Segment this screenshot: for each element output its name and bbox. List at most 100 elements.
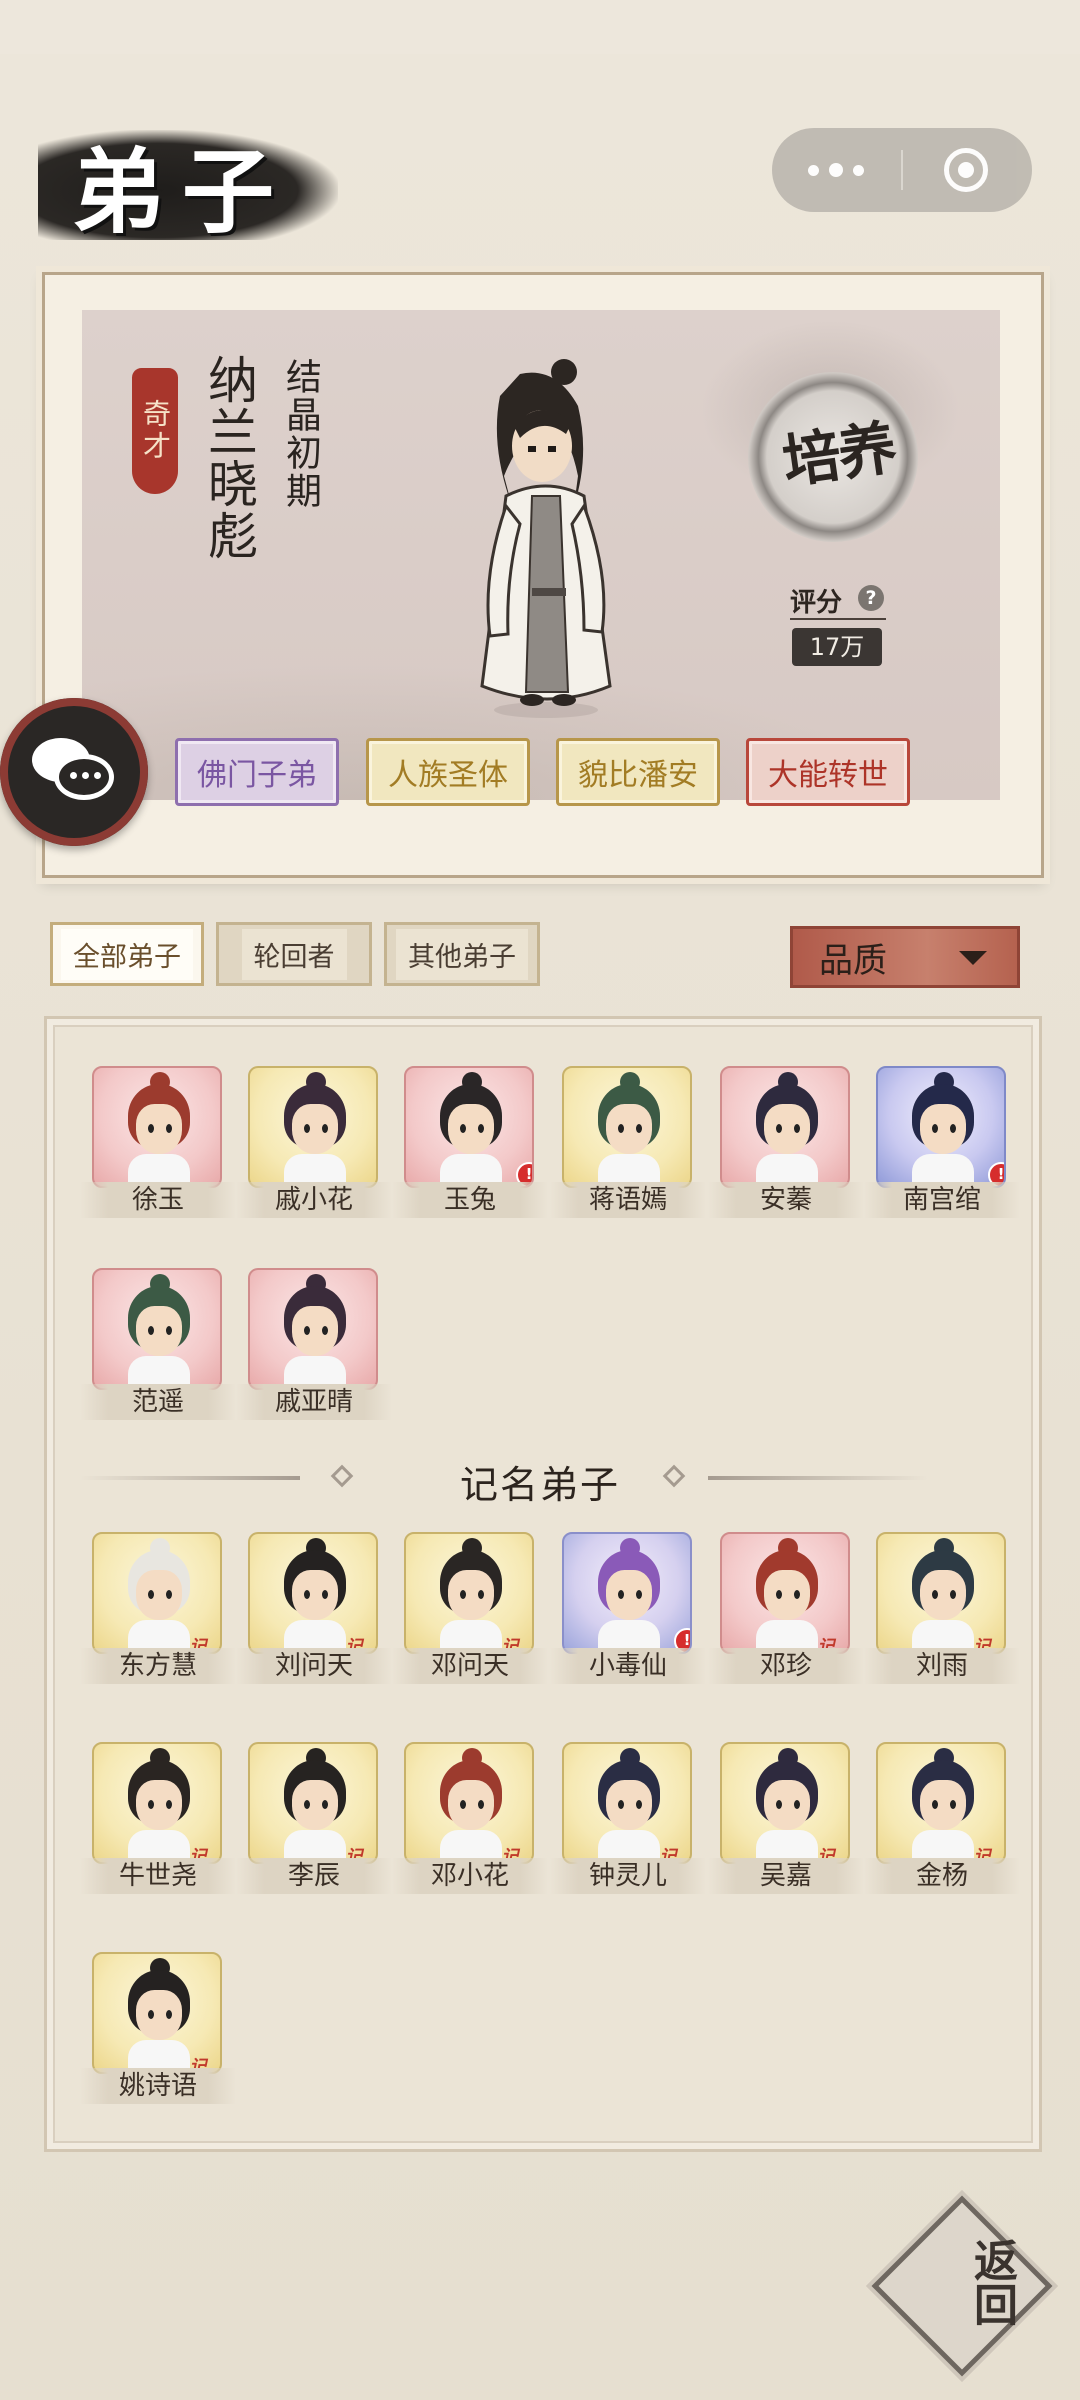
filter-tab-reincarnated[interactable]: 轮回者 <box>216 922 372 986</box>
chat-button[interactable] <box>0 698 148 846</box>
close-miniprogram-icon[interactable] <box>944 148 988 192</box>
disciple-portrait: 记 <box>404 1532 534 1654</box>
disciple-card[interactable]: 记邓珍 <box>708 1532 864 1684</box>
trait-tag[interactable]: 佛门子弟 <box>175 738 339 806</box>
eye <box>932 1800 938 1809</box>
disciple-portrait: 记 <box>248 1742 378 1864</box>
face <box>136 1570 182 1620</box>
disciple-portrait: ! <box>404 1066 534 1188</box>
eye <box>932 1124 938 1133</box>
disciple-name: 玉兔 <box>392 1182 548 1218</box>
eye <box>950 1124 956 1133</box>
disciple-portrait: 记 <box>92 1742 222 1864</box>
disciple-roster-scroll[interactable]: 徐玉 戚小花! 玉兔 蒋语嫣 安蓁! 南宫绾 范遥 戚亚晴 记东方慧记刘问天记邓问天! 小毒仙记… <box>56 1028 1024 2108</box>
face <box>136 1780 182 1830</box>
disciple-portrait: 记 <box>562 1742 692 1864</box>
disciple-card[interactable]: 记姚诗语 <box>80 1952 236 2104</box>
eye <box>304 1124 310 1133</box>
trait-tag[interactable]: 貌比潘安 <box>556 738 720 806</box>
disciple-card[interactable]: 记吴嘉 <box>708 1742 864 1894</box>
disciple-name: 刘问天 <box>236 1648 392 1684</box>
disciple-card[interactable]: ! 小毒仙 <box>550 1532 706 1684</box>
eye <box>636 1800 642 1809</box>
disciple-name: 戚小花 <box>236 1182 392 1218</box>
face <box>764 1104 810 1154</box>
eye <box>636 1590 642 1599</box>
eye <box>794 1590 800 1599</box>
trait-tag[interactable]: 人族圣体 <box>366 738 530 806</box>
face <box>136 1306 182 1356</box>
eye <box>460 1800 466 1809</box>
filter-tab-others[interactable]: 其他弟子 <box>384 922 540 986</box>
disciple-portrait: 记 <box>92 1952 222 2074</box>
disciple-portrait <box>562 1066 692 1188</box>
filter-tab-label: 其他弟子 <box>396 928 528 980</box>
capsule-divider <box>901 150 903 190</box>
eye <box>950 1590 956 1599</box>
trait-tag[interactable]: 大能转世 <box>746 738 910 806</box>
disciple-card[interactable]: 记刘雨 <box>864 1532 1020 1684</box>
disciple-card[interactable]: 范遥 <box>80 1268 236 1420</box>
quality-dropdown[interactable]: 品质 <box>790 926 1020 988</box>
disciple-portrait: 记 <box>720 1742 850 1864</box>
face <box>136 1104 182 1154</box>
face <box>448 1570 494 1620</box>
disciple-name: 南宫绾 <box>864 1182 1020 1218</box>
disciple-card[interactable]: 蒋语嫣 <box>550 1066 706 1218</box>
disciple-card[interactable]: 记李辰 <box>236 1742 392 1894</box>
eye <box>478 1590 484 1599</box>
disciple-card[interactable]: 安蓁 <box>708 1066 864 1218</box>
disciple-portrait: ! <box>562 1532 692 1654</box>
disciple-card[interactable]: 记牛世尧 <box>80 1742 236 1894</box>
face <box>764 1780 810 1830</box>
face <box>920 1570 966 1620</box>
disciple-card[interactable]: ! 南宫绾 <box>864 1066 1020 1218</box>
disciple-card[interactable]: 徐玉 <box>80 1066 236 1218</box>
face <box>764 1570 810 1620</box>
face <box>448 1780 494 1830</box>
disciple-name: 小毒仙 <box>550 1648 706 1684</box>
filter-tab-all[interactable]: 全部弟子 <box>50 922 204 986</box>
section-title-named: 记名弟子 <box>459 1463 620 1507</box>
disciple-name: 东方慧 <box>80 1648 236 1684</box>
disciple-card[interactable]: ! 玉兔 <box>392 1066 548 1218</box>
eye <box>166 1590 172 1599</box>
eye <box>166 1800 172 1809</box>
disciple-card[interactable]: 戚小花 <box>236 1066 392 1218</box>
eye <box>304 1590 310 1599</box>
eye <box>304 1326 310 1335</box>
eye <box>932 1590 938 1599</box>
eye <box>776 1800 782 1809</box>
eye <box>166 1326 172 1335</box>
disciple-name: 刘雨 <box>864 1648 1020 1684</box>
eye <box>148 1326 154 1335</box>
disciple-card[interactable]: 记东方慧 <box>80 1532 236 1684</box>
disciple-portrait: 记 <box>876 1742 1006 1864</box>
face <box>292 1570 338 1620</box>
eye <box>478 1800 484 1809</box>
disciple-card[interactable]: 记钟灵儿 <box>550 1742 706 1894</box>
more-icon[interactable] <box>772 128 900 212</box>
face <box>136 1990 182 2040</box>
disciple-card[interactable]: 记刘问天 <box>236 1532 392 1684</box>
disciple-name: 姚诗语 <box>80 2068 236 2104</box>
eye <box>166 1124 172 1133</box>
eye <box>148 2010 154 2019</box>
face <box>292 1306 338 1356</box>
score-help-icon[interactable]: ? <box>858 585 884 611</box>
disciple-card[interactable]: 记邓问天 <box>392 1532 548 1684</box>
disciple-name: 安蓁 <box>708 1182 864 1218</box>
face <box>606 1104 652 1154</box>
disciple-card[interactable]: 记邓小花 <box>392 1742 548 1894</box>
disciple-name: 徐玉 <box>80 1182 236 1218</box>
hero-character <box>480 359 612 718</box>
eye <box>322 1590 328 1599</box>
disciple-card[interactable]: 记金杨 <box>864 1742 1020 1894</box>
chat-dot <box>94 772 101 779</box>
eye <box>304 1800 310 1809</box>
disciple-card[interactable]: 戚亚晴 <box>236 1268 392 1420</box>
eye <box>460 1124 466 1133</box>
disciple-portrait <box>248 1066 378 1188</box>
disciple-name: 邓小花 <box>392 1858 548 1894</box>
eye <box>776 1124 782 1133</box>
